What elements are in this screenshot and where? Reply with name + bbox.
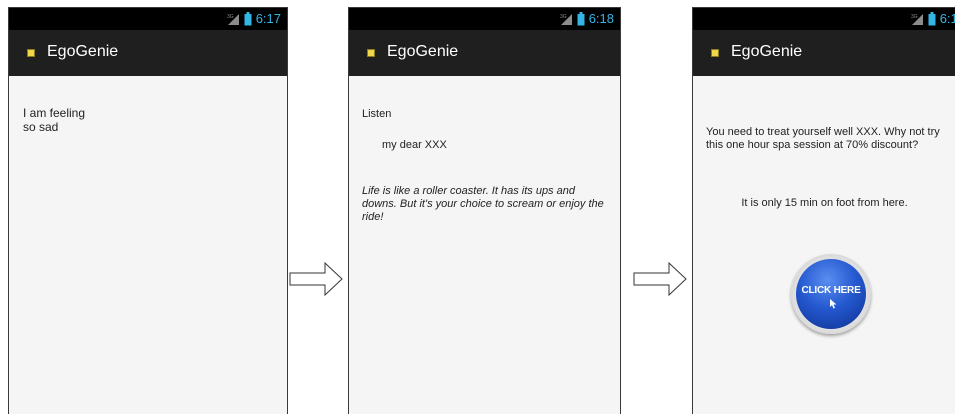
status-bar: 3G 6:17	[9, 8, 287, 30]
quote-text: Life is like a roller coaster. It has it…	[362, 185, 604, 223]
app-title: EgoGenie	[387, 43, 459, 60]
phone-screen-1: 3G 6:17 EgoGenie I am feeling so sad	[8, 7, 288, 414]
phone-screen-3: 3G 6:19 EgoGenie You need to treat yours…	[692, 7, 955, 414]
click-here-label: CLICK HERE	[801, 285, 861, 296]
arrow-right-icon	[289, 262, 343, 296]
screen-content: You need to treat yourself well XXX. Why…	[693, 76, 955, 414]
feeling-line-2: so sad	[23, 120, 59, 134]
arrow-right-icon	[633, 262, 687, 296]
app-icon	[711, 49, 719, 57]
status-time: 6:17	[255, 11, 281, 26]
signal-3g-icon: 3G	[911, 13, 923, 25]
battery-icon	[577, 11, 585, 25]
cursor-icon	[830, 299, 837, 309]
status-bar: 3G 6:18	[349, 8, 620, 30]
phone-screen-2: 3G 6:18 EgoGenie Listen my dear XXX Life…	[348, 7, 621, 414]
status-bar: 3G 6:19	[693, 8, 955, 30]
app-title: EgoGenie	[731, 43, 803, 60]
battery-icon	[244, 11, 252, 25]
svg-text:3G: 3G	[227, 14, 234, 20]
click-here-button[interactable]: CLICK HERE	[791, 254, 871, 334]
distance-text: It is only 15 min on foot from here.	[741, 197, 908, 209]
status-time: 6:18	[588, 11, 614, 26]
signal-3g-icon: 3G	[560, 13, 572, 25]
action-bar: EgoGenie	[349, 30, 620, 76]
app-title: EgoGenie	[47, 43, 119, 60]
action-bar: EgoGenie	[693, 30, 955, 76]
click-here-button-face: CLICK HERE	[796, 259, 866, 329]
feeling-line-1: I am feeling	[23, 106, 86, 120]
address-text: my dear XXX	[382, 139, 447, 151]
signal-3g-icon: 3G	[227, 13, 239, 25]
svg-text:3G: 3G	[560, 14, 567, 20]
spa-offer-text: You need to treat yourself well XXX. Why…	[706, 126, 940, 151]
greeting-text: Listen	[362, 108, 392, 120]
status-time: 6:19	[939, 11, 955, 26]
screen-content: I am feeling so sad	[9, 76, 287, 414]
screen-content: Listen my dear XXX Life is like a roller…	[349, 76, 620, 414]
action-bar: EgoGenie	[9, 30, 287, 76]
app-icon	[27, 49, 35, 57]
battery-icon	[928, 11, 936, 25]
svg-text:3G: 3G	[911, 14, 918, 20]
app-icon	[367, 49, 375, 57]
